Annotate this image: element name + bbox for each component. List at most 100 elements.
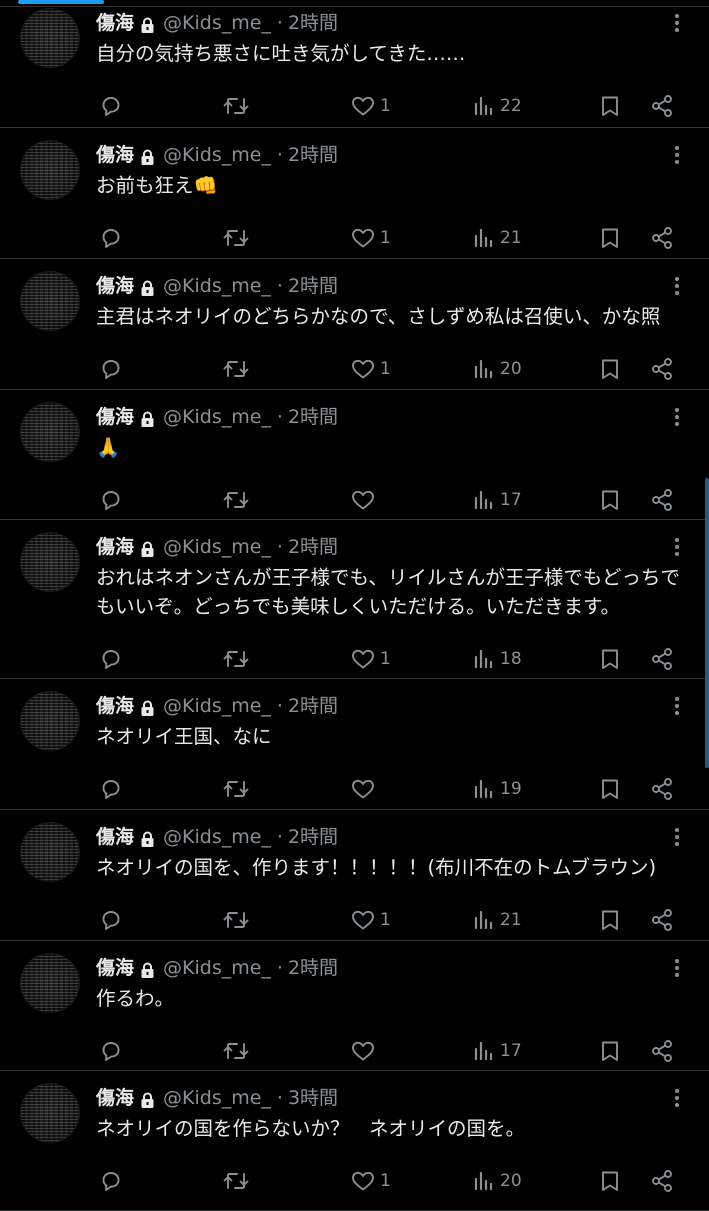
reply-button[interactable] xyxy=(99,486,123,514)
bookmark-button[interactable] xyxy=(598,355,622,383)
reply-button[interactable] xyxy=(99,775,123,803)
timestamp[interactable]: 2時間 xyxy=(288,10,338,36)
tweet[interactable]: 傷海 @Kids_me_ · 2時間 🙏 17 xyxy=(0,390,709,520)
display-name[interactable]: 傷海 xyxy=(96,273,134,299)
reply-button[interactable] xyxy=(99,224,123,252)
more-icon[interactable] xyxy=(667,11,687,35)
tweet[interactable]: 傷海 @Kids_me_ · 2時間 自分の気持ち悪さに吐き気がしてきた…… 1… xyxy=(0,0,709,128)
bookmark-button[interactable] xyxy=(598,1167,622,1195)
timestamp[interactable]: 2時間 xyxy=(288,955,338,981)
tweet[interactable]: 傷海 @Kids_me_ · 2時間 お前も狂え👊 1 21 xyxy=(0,128,709,259)
timestamp[interactable]: 3時間 xyxy=(288,1085,338,1111)
like-button[interactable] xyxy=(350,486,380,514)
like-button[interactable]: 1 xyxy=(350,906,391,934)
avatar[interactable] xyxy=(20,140,80,200)
share-button[interactable] xyxy=(650,224,674,252)
views-button[interactable]: 20 xyxy=(472,355,522,383)
share-button[interactable] xyxy=(650,355,674,383)
reply-button[interactable] xyxy=(99,1167,123,1195)
bookmark-button[interactable] xyxy=(598,645,622,673)
avatar[interactable] xyxy=(20,532,80,592)
more-icon[interactable] xyxy=(667,143,687,167)
timestamp[interactable]: 2時間 xyxy=(288,693,338,719)
display-name[interactable]: 傷海 xyxy=(96,1085,134,1111)
user-handle[interactable]: @Kids_me_ xyxy=(163,10,271,36)
user-handle[interactable]: @Kids_me_ xyxy=(163,534,271,560)
retweet-button[interactable] xyxy=(221,775,251,803)
like-button[interactable] xyxy=(350,1037,380,1065)
bookmark-button[interactable] xyxy=(598,92,622,120)
user-handle[interactable]: @Kids_me_ xyxy=(163,824,271,850)
more-icon[interactable] xyxy=(667,274,687,298)
retweet-button[interactable] xyxy=(221,1167,251,1195)
views-button[interactable]: 18 xyxy=(472,645,522,673)
tweet[interactable]: 傷海 @Kids_me_ · 2時間 主君はネオリイのどちらかなので、さしずめ私… xyxy=(0,259,709,390)
display-name[interactable]: 傷海 xyxy=(96,693,134,719)
avatar[interactable] xyxy=(20,691,80,751)
timestamp[interactable]: 2時間 xyxy=(288,142,338,168)
tweet[interactable]: 傷海 @Kids_me_ · 2時間 ネオリイ王国、なに 19 xyxy=(0,679,709,810)
share-button[interactable] xyxy=(650,1167,674,1195)
user-handle[interactable]: @Kids_me_ xyxy=(163,693,271,719)
reply-button[interactable] xyxy=(99,1037,123,1065)
avatar[interactable] xyxy=(20,8,80,68)
avatar[interactable] xyxy=(20,402,80,462)
avatar[interactable] xyxy=(20,1083,80,1143)
like-button[interactable]: 1 xyxy=(350,645,391,673)
timestamp[interactable]: 2時間 xyxy=(288,824,338,850)
tweet[interactable]: 傷海 @Kids_me_ · 3時間 ネオリイの国を作らないか？ ネオリイの国を… xyxy=(0,1071,709,1211)
display-name[interactable]: 傷海 xyxy=(96,824,134,850)
more-icon[interactable] xyxy=(667,956,687,980)
more-icon[interactable] xyxy=(667,1086,687,1110)
timestamp[interactable]: 2時間 xyxy=(288,534,338,560)
avatar[interactable] xyxy=(20,271,80,331)
retweet-button[interactable] xyxy=(221,355,251,383)
views-button[interactable]: 17 xyxy=(472,486,522,514)
bookmark-button[interactable] xyxy=(598,486,622,514)
retweet-button[interactable] xyxy=(221,486,251,514)
user-handle[interactable]: @Kids_me_ xyxy=(163,142,271,168)
retweet-button[interactable] xyxy=(221,645,251,673)
bookmark-button[interactable] xyxy=(598,1037,622,1065)
bookmark-button[interactable] xyxy=(598,224,622,252)
tweet[interactable]: 傷海 @Kids_me_ · 2時間 おれはネオンさんが王子様でも、リイルさんが… xyxy=(0,520,709,679)
share-button[interactable] xyxy=(650,1037,674,1065)
display-name[interactable]: 傷海 xyxy=(96,404,134,430)
views-button[interactable]: 21 xyxy=(472,906,522,934)
views-button[interactable]: 22 xyxy=(472,92,522,120)
display-name[interactable]: 傷海 xyxy=(96,142,134,168)
share-button[interactable] xyxy=(650,906,674,934)
like-button[interactable]: 1 xyxy=(350,355,391,383)
user-handle[interactable]: @Kids_me_ xyxy=(163,955,271,981)
share-button[interactable] xyxy=(650,645,674,673)
display-name[interactable]: 傷海 xyxy=(96,10,134,36)
share-button[interactable] xyxy=(650,486,674,514)
views-button[interactable]: 19 xyxy=(472,775,522,803)
user-handle[interactable]: @Kids_me_ xyxy=(163,1085,271,1111)
retweet-button[interactable] xyxy=(221,1037,251,1065)
more-icon[interactable] xyxy=(667,405,687,429)
like-button[interactable]: 1 xyxy=(350,1167,391,1195)
scrollbar[interactable] xyxy=(705,478,709,768)
share-button[interactable] xyxy=(650,775,674,803)
retweet-button[interactable] xyxy=(221,906,251,934)
like-button[interactable]: 1 xyxy=(350,92,391,120)
tweet[interactable]: 傷海 @Kids_me_ · 2時間 ネオリイの国を、作ります！！！！！(布川不… xyxy=(0,810,709,941)
bookmark-button[interactable] xyxy=(598,775,622,803)
reply-button[interactable] xyxy=(99,92,123,120)
timestamp[interactable]: 2時間 xyxy=(288,404,338,430)
share-button[interactable] xyxy=(650,92,674,120)
views-button[interactable]: 20 xyxy=(472,1167,522,1195)
avatar[interactable] xyxy=(20,953,80,1013)
like-button[interactable]: 1 xyxy=(350,224,391,252)
timestamp[interactable]: 2時間 xyxy=(288,273,338,299)
display-name[interactable]: 傷海 xyxy=(96,955,134,981)
retweet-button[interactable] xyxy=(221,92,251,120)
views-button[interactable]: 21 xyxy=(472,224,522,252)
avatar[interactable] xyxy=(20,822,80,882)
user-handle[interactable]: @Kids_me_ xyxy=(163,273,271,299)
retweet-button[interactable] xyxy=(221,224,251,252)
reply-button[interactable] xyxy=(99,645,123,673)
views-button[interactable]: 17 xyxy=(472,1037,522,1065)
reply-button[interactable] xyxy=(99,355,123,383)
